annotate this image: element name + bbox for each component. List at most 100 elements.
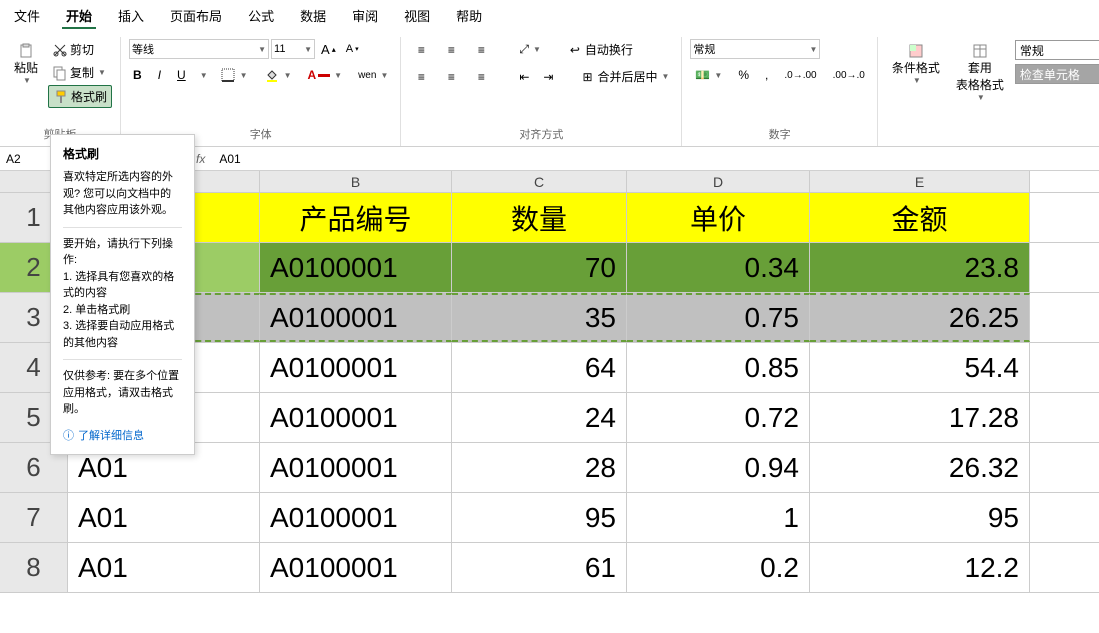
copy-button[interactable]: 复制▼ bbox=[48, 62, 112, 83]
col-header-E[interactable]: E bbox=[810, 171, 1030, 192]
cell[interactable]: 数量 bbox=[452, 193, 627, 242]
align-bottom-button[interactable]: ≡ bbox=[469, 40, 493, 60]
cell[interactable]: 单价 bbox=[627, 193, 810, 242]
menu-item-7[interactable]: 视图 bbox=[400, 4, 434, 29]
cell[interactable]: A0100001 bbox=[260, 443, 452, 492]
decrease-decimal-button[interactable]: .00→.0 bbox=[829, 68, 869, 83]
cut-button[interactable]: 剪切 bbox=[48, 39, 112, 60]
cell[interactable]: A0100001 bbox=[260, 493, 452, 542]
row-header[interactable]: 7 bbox=[0, 493, 68, 542]
underline-button[interactable]: U bbox=[173, 66, 190, 84]
row-header[interactable]: 8 bbox=[0, 543, 68, 592]
tooltip-learn-more-link[interactable]: ⓘ了解详细信息 bbox=[63, 428, 182, 445]
menu-item-4[interactable]: 公式 bbox=[244, 4, 278, 29]
menu-item-2[interactable]: 插入 bbox=[114, 4, 148, 29]
align-center-button[interactable]: ≡ bbox=[439, 67, 463, 87]
chevron-down-icon: ▼ bbox=[23, 76, 31, 85]
menu-item-5[interactable]: 数据 bbox=[296, 4, 330, 29]
bold-button[interactable]: B bbox=[129, 66, 146, 84]
border-button[interactable]: ▼ bbox=[216, 65, 252, 85]
cell[interactable]: 产品编号 bbox=[260, 193, 452, 242]
font-name-input[interactable] bbox=[132, 43, 256, 55]
ribbon-group-clipboard: 粘贴 ▼ 剪切 复制▼ 格式刷 剪贴板 bbox=[0, 37, 121, 146]
cell[interactable]: 1 bbox=[627, 493, 810, 542]
font-name-combo[interactable]: ▼ bbox=[129, 39, 269, 59]
style-normal[interactable]: 常规 bbox=[1015, 40, 1099, 60]
fill-color-button[interactable]: ▼ bbox=[260, 65, 296, 85]
decrease-font-button[interactable]: A▾ bbox=[342, 41, 363, 57]
font-size-input[interactable] bbox=[274, 43, 302, 55]
cell[interactable]: 17.28 bbox=[810, 393, 1030, 442]
cell[interactable]: 23.8 bbox=[810, 243, 1030, 292]
cell[interactable]: A0100001 bbox=[260, 343, 452, 392]
menu-item-8[interactable]: 帮助 bbox=[452, 4, 486, 29]
formula-input[interactable]: A01 bbox=[213, 150, 1099, 168]
italic-button[interactable]: I bbox=[154, 66, 165, 84]
menu-item-6[interactable]: 审阅 bbox=[348, 4, 382, 29]
scissors-icon bbox=[52, 42, 68, 58]
number-group-label: 数字 bbox=[690, 124, 868, 144]
menu-item-1[interactable]: 开始 bbox=[62, 4, 96, 29]
tooltip-step: 1. 选择具有您喜欢的格式的内容 bbox=[63, 269, 182, 302]
menu-item-0[interactable]: 文件 bbox=[10, 4, 44, 29]
style-check[interactable]: 检查单元格 bbox=[1015, 64, 1099, 84]
cell[interactable]: 64 bbox=[452, 343, 627, 392]
cell[interactable]: 70 bbox=[452, 243, 627, 292]
col-header-D[interactable]: D bbox=[627, 171, 810, 192]
increase-decimal-button[interactable]: .0→.00 bbox=[780, 68, 820, 83]
cell[interactable]: 24 bbox=[452, 393, 627, 442]
cell[interactable]: A0100001 bbox=[260, 243, 452, 292]
cell[interactable]: 0.85 bbox=[627, 343, 810, 392]
cell[interactable]: 61 bbox=[452, 543, 627, 592]
col-header-C[interactable]: C bbox=[452, 171, 627, 192]
font-size-combo[interactable]: ▼ bbox=[271, 39, 315, 59]
number-format-combo[interactable]: 常规▼ bbox=[690, 39, 820, 59]
cell[interactable]: 95 bbox=[452, 493, 627, 542]
align-middle-button[interactable]: ≡ bbox=[439, 40, 463, 60]
conditional-format-button[interactable]: 条件格式 ▼ bbox=[886, 39, 946, 89]
cell[interactable]: 0.34 bbox=[627, 243, 810, 292]
tooltip-step: 2. 单击格式刷 bbox=[63, 302, 182, 319]
cell[interactable]: 95 bbox=[810, 493, 1030, 542]
font-color-button[interactable]: A▼ bbox=[303, 66, 346, 84]
cell[interactable]: A01 bbox=[68, 543, 260, 592]
cond-format-label: 条件格式 bbox=[892, 59, 940, 76]
align-top-button[interactable]: ≡ bbox=[409, 40, 433, 60]
accounting-button[interactable]: 💵▼ bbox=[690, 65, 726, 85]
align-right-icon: ≡ bbox=[473, 69, 489, 85]
table-format-button[interactable]: 套用 表格格式 ▼ bbox=[950, 39, 1010, 106]
cell[interactable]: A0100001 bbox=[260, 543, 452, 592]
decrease-indent-button[interactable]: ⇤ bbox=[515, 68, 533, 86]
merge-button[interactable]: ⊞合并后居中▼ bbox=[575, 66, 673, 87]
cell[interactable]: 0.72 bbox=[627, 393, 810, 442]
cell[interactable]: 26.32 bbox=[810, 443, 1030, 492]
percent-button[interactable]: % bbox=[734, 66, 753, 84]
cell[interactable]: A0100001 bbox=[260, 393, 452, 442]
table-format-label: 套用 表格格式 bbox=[956, 59, 1004, 93]
align-center-icon: ≡ bbox=[443, 69, 459, 85]
increase-indent-button[interactable]: ⇥ bbox=[539, 68, 557, 86]
currency-icon: 💵 bbox=[694, 67, 710, 83]
increase-font-button[interactable]: A▴ bbox=[317, 40, 340, 59]
paste-button[interactable]: 粘贴 ▼ bbox=[8, 39, 44, 89]
cell[interactable]: 28 bbox=[452, 443, 627, 492]
cell[interactable]: 0.94 bbox=[627, 443, 810, 492]
phonetic-button[interactable]: wen▼ bbox=[354, 68, 392, 83]
cell[interactable]: A0100001 bbox=[260, 293, 452, 342]
format-painter-button[interactable]: 格式刷 bbox=[48, 85, 112, 108]
orientation-button[interactable]: ⤢▼ bbox=[515, 40, 545, 59]
col-header-B[interactable]: B bbox=[260, 171, 452, 192]
cell[interactable]: 金额 bbox=[810, 193, 1030, 242]
cell[interactable]: 35 bbox=[452, 293, 627, 342]
cell[interactable]: 0.2 bbox=[627, 543, 810, 592]
comma-button[interactable]: , bbox=[761, 66, 772, 84]
menu-item-3[interactable]: 页面布局 bbox=[166, 4, 226, 29]
wrap-text-button[interactable]: ↩自动换行 bbox=[563, 39, 637, 60]
align-right-button[interactable]: ≡ bbox=[469, 67, 493, 87]
cell[interactable]: 12.2 bbox=[810, 543, 1030, 592]
align-left-button[interactable]: ≡ bbox=[409, 67, 433, 87]
cell[interactable]: A01 bbox=[68, 493, 260, 542]
cell[interactable]: 26.25 bbox=[810, 293, 1030, 342]
cell[interactable]: 54.4 bbox=[810, 343, 1030, 392]
cell[interactable]: 0.75 bbox=[627, 293, 810, 342]
